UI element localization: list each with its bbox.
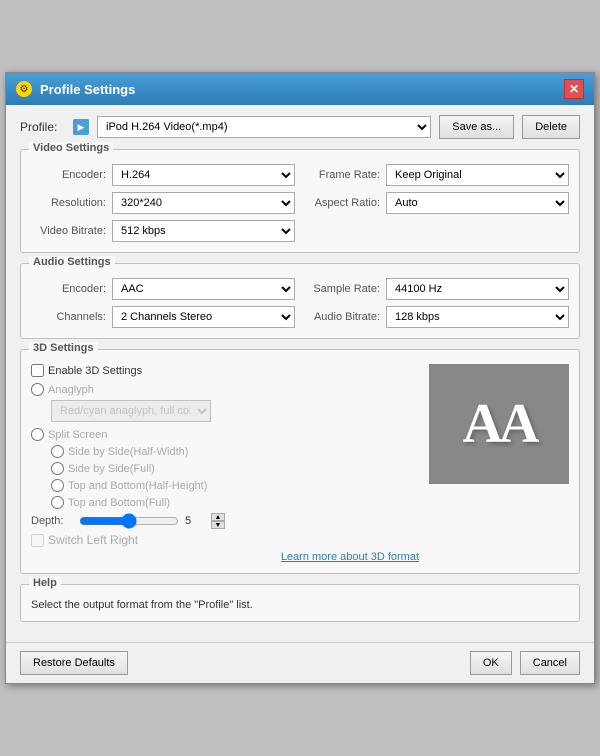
profile-settings-dialog: ⚙ Profile Settings ✕ Profile: ▶ iPod H.2… bbox=[5, 72, 595, 684]
top-bottom-full-radio[interactable] bbox=[51, 496, 64, 509]
3d-settings-title: 3D Settings bbox=[29, 342, 98, 354]
split-screen-radio[interactable] bbox=[31, 428, 44, 441]
audio-settings-section: Audio Settings Encoder: AAC Sample Rate:… bbox=[20, 263, 580, 339]
resolution-select[interactable]: 320*240 bbox=[112, 192, 295, 214]
anaglyph-select[interactable]: Red/cyan anaglyph, full color bbox=[51, 400, 211, 422]
top-bottom-half-label: Top and Bottom(Half-Height) bbox=[68, 480, 207, 492]
learn-more-link[interactable]: Learn more about 3D format bbox=[31, 551, 419, 563]
anaglyph-label: Anaglyph bbox=[48, 384, 94, 396]
video-settings-grid: Encoder: H.264 Frame Rate: Keep Original… bbox=[31, 164, 569, 242]
video-settings-title: Video Settings bbox=[29, 142, 113, 154]
profile-nav-icon[interactable]: ▶ bbox=[73, 119, 89, 135]
switch-left-right-label: Switch Left Right bbox=[48, 533, 138, 547]
footer-right-buttons: OK Cancel bbox=[470, 651, 580, 675]
frame-rate-select[interactable]: Keep Original bbox=[386, 164, 569, 186]
split-screen-label: Split Screen bbox=[48, 429, 107, 441]
split-screen-options: Side by Side(Half-Width) Side by Side(Fu… bbox=[51, 445, 419, 509]
switch-row: Switch Left Right bbox=[31, 533, 419, 547]
enable-3d-label: Enable 3D Settings bbox=[48, 365, 142, 377]
channels-row: Channels: 2 Channels Stereo bbox=[31, 306, 295, 328]
video-bitrate-row: Video Bitrate: 512 kbps bbox=[31, 220, 295, 242]
side-by-side-full-label: Side by Side(Full) bbox=[68, 463, 155, 475]
help-text: Select the output format from the "Profi… bbox=[31, 599, 569, 611]
encoder-select[interactable]: H.264 bbox=[112, 164, 295, 186]
depth-label: Depth: bbox=[31, 515, 73, 527]
cancel-button[interactable]: Cancel bbox=[520, 651, 580, 675]
app-icon: ⚙ bbox=[16, 81, 32, 97]
dialog-title: Profile Settings bbox=[40, 82, 135, 97]
profile-label: Profile: bbox=[20, 120, 65, 134]
depth-row: Depth: 5 ▲ ▼ bbox=[31, 513, 419, 529]
split-screen-row: Split Screen bbox=[31, 428, 419, 441]
audio-bitrate-select[interactable]: 128 kbps bbox=[386, 306, 569, 328]
anaglyph-row: Anaglyph bbox=[31, 383, 419, 396]
sample-rate-select[interactable]: 44100 Hz bbox=[386, 278, 569, 300]
profile-select[interactable]: iPod H.264 Video(*.mp4) bbox=[97, 116, 431, 138]
side-by-side-full-row: Side by Side(Full) bbox=[51, 462, 419, 475]
help-title: Help bbox=[29, 577, 61, 589]
dialog-body: Profile: ▶ iPod H.264 Video(*.mp4) Save … bbox=[6, 105, 594, 642]
frame-rate-label: Frame Rate: bbox=[305, 169, 380, 181]
top-bottom-full-row: Top and Bottom(Full) bbox=[51, 496, 419, 509]
video-settings-section: Video Settings Encoder: H.264 Frame Rate… bbox=[20, 149, 580, 253]
depth-value: 5 bbox=[185, 515, 205, 527]
save-as-button[interactable]: Save as... bbox=[439, 115, 514, 139]
enable-3d-checkbox[interactable] bbox=[31, 364, 44, 377]
title-bar: ⚙ Profile Settings ✕ bbox=[6, 73, 594, 105]
aspect-ratio-row: Aspect Ratio: Auto bbox=[305, 192, 569, 214]
encoder-row: Encoder: H.264 bbox=[31, 164, 295, 186]
audio-settings-grid: Encoder: AAC Sample Rate: 44100 Hz Chann… bbox=[31, 278, 569, 328]
sample-rate-row: Sample Rate: 44100 Hz bbox=[305, 278, 569, 300]
encoder-label: Encoder: bbox=[31, 169, 106, 181]
depth-spinner: ▲ ▼ bbox=[211, 513, 225, 529]
close-button[interactable]: ✕ bbox=[564, 79, 584, 99]
anaglyph-radio[interactable] bbox=[31, 383, 44, 396]
ok-button[interactable]: OK bbox=[470, 651, 512, 675]
3d-settings-section: 3D Settings Enable 3D Settings Anaglyph bbox=[20, 349, 580, 574]
top-bottom-half-radio[interactable] bbox=[51, 479, 64, 492]
aspect-ratio-select[interactable]: Auto bbox=[386, 192, 569, 214]
profile-row: Profile: ▶ iPod H.264 Video(*.mp4) Save … bbox=[20, 115, 580, 139]
audio-settings-title: Audio Settings bbox=[29, 256, 115, 268]
audio-bitrate-row: Audio Bitrate: 128 kbps bbox=[305, 306, 569, 328]
audio-encoder-label: Encoder: bbox=[31, 283, 106, 295]
depth-down-button[interactable]: ▼ bbox=[211, 521, 225, 529]
depth-up-button[interactable]: ▲ bbox=[211, 513, 225, 521]
resolution-row: Resolution: 320*240 bbox=[31, 192, 295, 214]
restore-defaults-button[interactable]: Restore Defaults bbox=[20, 651, 128, 675]
dialog-footer: Restore Defaults OK Cancel bbox=[6, 642, 594, 683]
delete-button[interactable]: Delete bbox=[522, 115, 580, 139]
3d-preview-aa: AA bbox=[463, 392, 536, 456]
aspect-ratio-label: Aspect Ratio: bbox=[305, 197, 380, 209]
top-bottom-half-row: Top and Bottom(Half-Height) bbox=[51, 479, 419, 492]
audio-encoder-select[interactable]: AAC bbox=[112, 278, 295, 300]
help-section: Help Select the output format from the "… bbox=[20, 584, 580, 622]
title-bar-left: ⚙ Profile Settings bbox=[16, 81, 135, 97]
enable-3d-row: Enable 3D Settings bbox=[31, 364, 419, 377]
video-bitrate-select[interactable]: 512 kbps bbox=[112, 220, 295, 242]
top-bottom-full-label: Top and Bottom(Full) bbox=[68, 497, 170, 509]
side-by-side-half-row: Side by Side(Half-Width) bbox=[51, 445, 419, 458]
channels-select[interactable]: 2 Channels Stereo bbox=[112, 306, 295, 328]
audio-encoder-row: Encoder: AAC bbox=[31, 278, 295, 300]
channels-label: Channels: bbox=[31, 311, 106, 323]
depth-slider[interactable] bbox=[79, 513, 179, 529]
audio-bitrate-label: Audio Bitrate: bbox=[305, 311, 380, 323]
resolution-label: Resolution: bbox=[31, 197, 106, 209]
sample-rate-label: Sample Rate: bbox=[305, 283, 380, 295]
video-bitrate-label: Video Bitrate: bbox=[31, 225, 106, 237]
side-by-side-half-radio[interactable] bbox=[51, 445, 64, 458]
3d-preview: AA bbox=[429, 364, 569, 484]
frame-rate-row: Frame Rate: Keep Original bbox=[305, 164, 569, 186]
3d-settings-content: Enable 3D Settings Anaglyph Red/cyan ana… bbox=[31, 364, 569, 563]
3d-settings-left: Enable 3D Settings Anaglyph Red/cyan ana… bbox=[31, 364, 419, 563]
side-by-side-half-label: Side by Side(Half-Width) bbox=[68, 446, 188, 458]
side-by-side-full-radio[interactable] bbox=[51, 462, 64, 475]
switch-left-right-checkbox[interactable] bbox=[31, 534, 44, 547]
